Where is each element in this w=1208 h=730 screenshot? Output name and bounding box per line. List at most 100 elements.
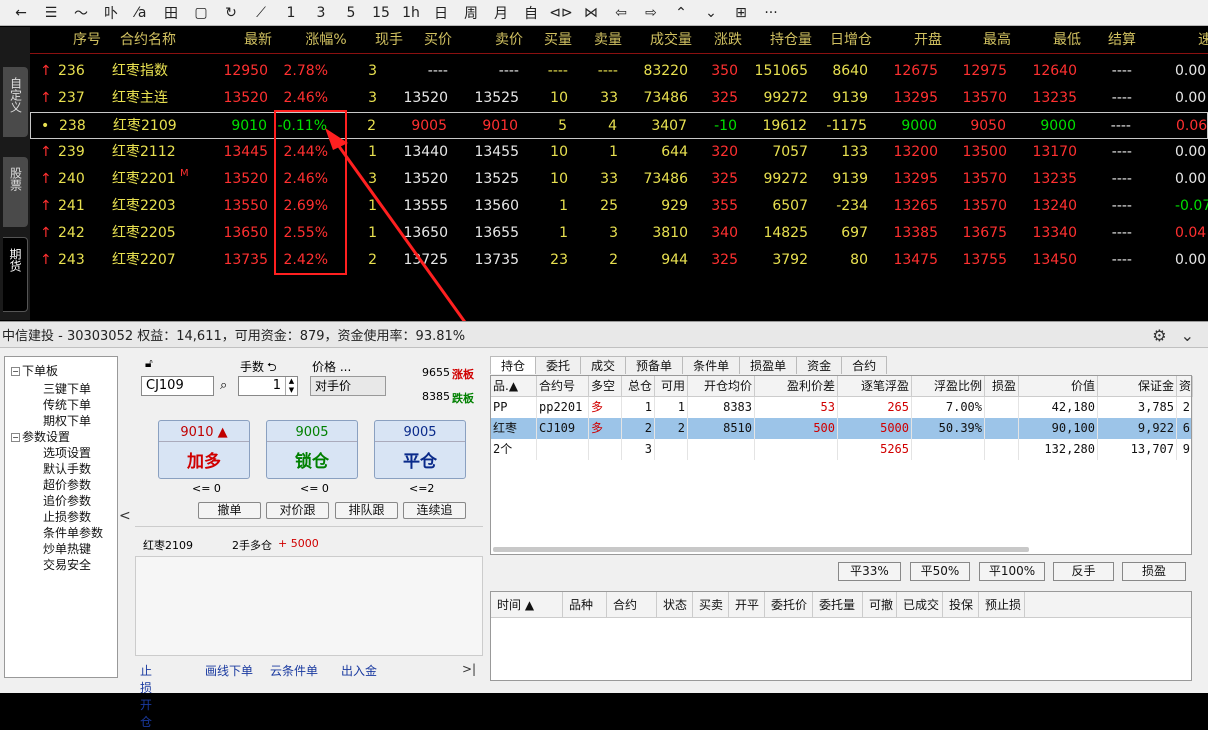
position-row[interactable]: 红枣 CJ109 多 2 2 8510 500 5000 50.39% 90,100 9,922 6 [491, 418, 1193, 439]
cell [655, 439, 688, 460]
column-header[interactable]: 损盈 [985, 376, 1019, 397]
column-header[interactable]: 合约号 [537, 376, 589, 397]
tree-item[interactable]: 选项设置 [43, 445, 91, 461]
search-icon[interactable]: ⌕ [220, 378, 227, 393]
tab-2[interactable]: 成交 [580, 356, 627, 374]
tab-1[interactable]: 委托 [535, 356, 582, 374]
tab-4[interactable]: 条件单 [682, 356, 741, 374]
tree-item-label: 选项设置 [43, 446, 92, 460]
close-action-button[interactable]: 反手 [1053, 562, 1114, 581]
queue-follow-button[interactable]: 排队跟 [335, 502, 398, 519]
positions-grid: 品.▲ 合约号 多空 总仓 可用 开仓均价 盈利价差 逐笔浮盈 浮盈比例 损盈 价值 保证金资 PP pp… [490, 375, 1193, 555]
price-mode-select[interactable]: 对手价 [310, 376, 386, 396]
tab-0[interactable]: 持仓 [490, 356, 537, 374]
tree-item-label: 炒单热键 [43, 542, 92, 556]
column-header[interactable]: 多空 [589, 376, 622, 397]
horizontal-scrollbar[interactable] [493, 547, 1029, 552]
tab-3[interactable]: 预备单 [625, 356, 684, 374]
tree-item[interactable]: 止损参数 [43, 509, 91, 525]
column-header[interactable]: 委托价 [765, 592, 813, 618]
column-header[interactable]: 资 [1177, 376, 1193, 397]
column-header[interactable]: 开平 [729, 592, 765, 618]
tree-item[interactable]: 交易安全 [43, 557, 91, 573]
continuous-chase-button[interactable]: 连续追 [403, 502, 466, 519]
tree-item[interactable]: 条件单参数 [43, 525, 103, 541]
tab-5[interactable]: 损盈单 [739, 356, 798, 374]
cell: 1 [622, 397, 655, 418]
buy-long-button[interactable]: 9010 ▲ 加多 [158, 420, 250, 479]
column-header[interactable]: 委托量 [813, 592, 863, 618]
more-icon[interactable]: >| [462, 662, 476, 676]
tree-item[interactable]: 默认手数 [43, 461, 91, 477]
tree-item[interactable]: 炒单热键 [43, 541, 91, 557]
info-area [135, 556, 483, 656]
tree-item[interactable]: 传统下单 [43, 397, 91, 413]
column-header[interactable]: 盈利价差 [755, 376, 838, 397]
settings-tree: − 下单板三键下单 传统下单 期权下单 − 参数设置 选项设置 默认手数 超价参数 追价参数 止损参… [4, 356, 118, 678]
column-header[interactable]: 浮盈比例 [912, 376, 985, 397]
column-header[interactable]: 总仓 [622, 376, 655, 397]
close-position-button[interactable]: 9005 平仓 [374, 420, 466, 479]
column-header[interactable]: 合约 [607, 592, 657, 618]
gear-icon[interactable]: ⚙ [1152, 326, 1166, 345]
column-header[interactable]: 品种 [563, 592, 607, 618]
tree-item[interactable]: 期权下单 [43, 413, 91, 429]
qty-stepper[interactable]: ▲ ▼ [285, 377, 297, 395]
cancel-order-button[interactable]: 撤单 [198, 502, 261, 519]
column-header[interactable]: 已成交 [897, 592, 943, 618]
cell: 6 [1177, 418, 1193, 439]
info-position: 2手多仓 [232, 539, 272, 552]
column-header[interactable]: 状态 [657, 592, 693, 618]
column-header[interactable]: 价值 [1019, 376, 1098, 397]
chevron-down-icon[interactable]: ⌄ [1181, 326, 1194, 345]
cell: 90,100 [1019, 418, 1098, 439]
tree-item[interactable]: − 下单板 [11, 363, 58, 379]
column-header[interactable]: 逐笔浮盈 [838, 376, 912, 397]
cell: 265 [838, 397, 912, 418]
tree-item[interactable]: 超价参数 [43, 477, 91, 493]
tab-6[interactable]: 资金 [796, 356, 843, 374]
column-header[interactable]: 品.▲ [491, 376, 537, 397]
cell: 3 [622, 439, 655, 460]
line-order-link[interactable]: 画线下单 [205, 662, 253, 679]
column-header[interactable]: 投保 [943, 592, 979, 618]
column-header[interactable]: 可撤 [863, 592, 897, 618]
info-contract: 红枣2109 [143, 539, 193, 552]
close-action-button[interactable]: 平50% [910, 562, 970, 581]
contract-code-input[interactable]: CJ109 [141, 376, 214, 396]
column-header[interactable]: 开仓均价 [688, 376, 755, 397]
tree-item[interactable]: 三键下单 [43, 381, 91, 397]
tree-item[interactable]: − 参数设置 [11, 429, 70, 445]
tree-item[interactable]: 追价参数 [43, 493, 91, 509]
up-arrow-icon: ▲ [217, 425, 228, 440]
lock-position-button[interactable]: 9005 锁仓 [266, 420, 358, 479]
stop-loss-open-link[interactable]: 止损开仓 [140, 662, 152, 730]
position-row[interactable]: PP pp2201 多 1 1 8383 53 265 7.00% 42,180 3,785 2 [491, 397, 1193, 418]
cell [985, 418, 1019, 439]
collapse-icon[interactable]: < [119, 508, 131, 524]
position-row[interactable]: 2个 3 5265 132,280 13,707 9 [491, 439, 1193, 460]
close-action-button[interactable]: 平33% [838, 562, 901, 581]
close-action-button[interactable]: 损盈 [1122, 562, 1186, 581]
counter-price-follow-button[interactable]: 对价跟 [266, 502, 329, 519]
cloud-condition-link[interactable]: 云条件单 [270, 662, 318, 679]
tab-7[interactable]: 合约 [841, 356, 888, 374]
cell: 多 [589, 397, 622, 418]
column-header[interactable]: 预止损 [979, 592, 1025, 618]
buy-label: 加多 [159, 441, 249, 472]
cell: 2 [655, 418, 688, 439]
collapse-box-icon[interactable]: − [11, 367, 20, 376]
column-header[interactable]: 可用 [655, 376, 688, 397]
cell: 7.00% [912, 397, 985, 418]
cell: 3,785 [1098, 397, 1177, 418]
limit-up-price: 9655 [422, 366, 450, 379]
deposit-withdraw-link[interactable]: 出入金 [341, 662, 377, 679]
column-header[interactable]: 买卖 [693, 592, 729, 618]
collapse-box-icon[interactable]: − [11, 433, 20, 442]
close-action-button[interactable]: 平100% [979, 562, 1045, 581]
column-header[interactable]: 保证金 [1098, 376, 1177, 397]
tree-item-label: 期权下单 [43, 414, 92, 428]
cell: 8510 [688, 418, 755, 439]
lock-icon[interactable]: 🔓︎ [145, 356, 153, 371]
column-header[interactable]: 时间 ▲ [491, 592, 563, 618]
